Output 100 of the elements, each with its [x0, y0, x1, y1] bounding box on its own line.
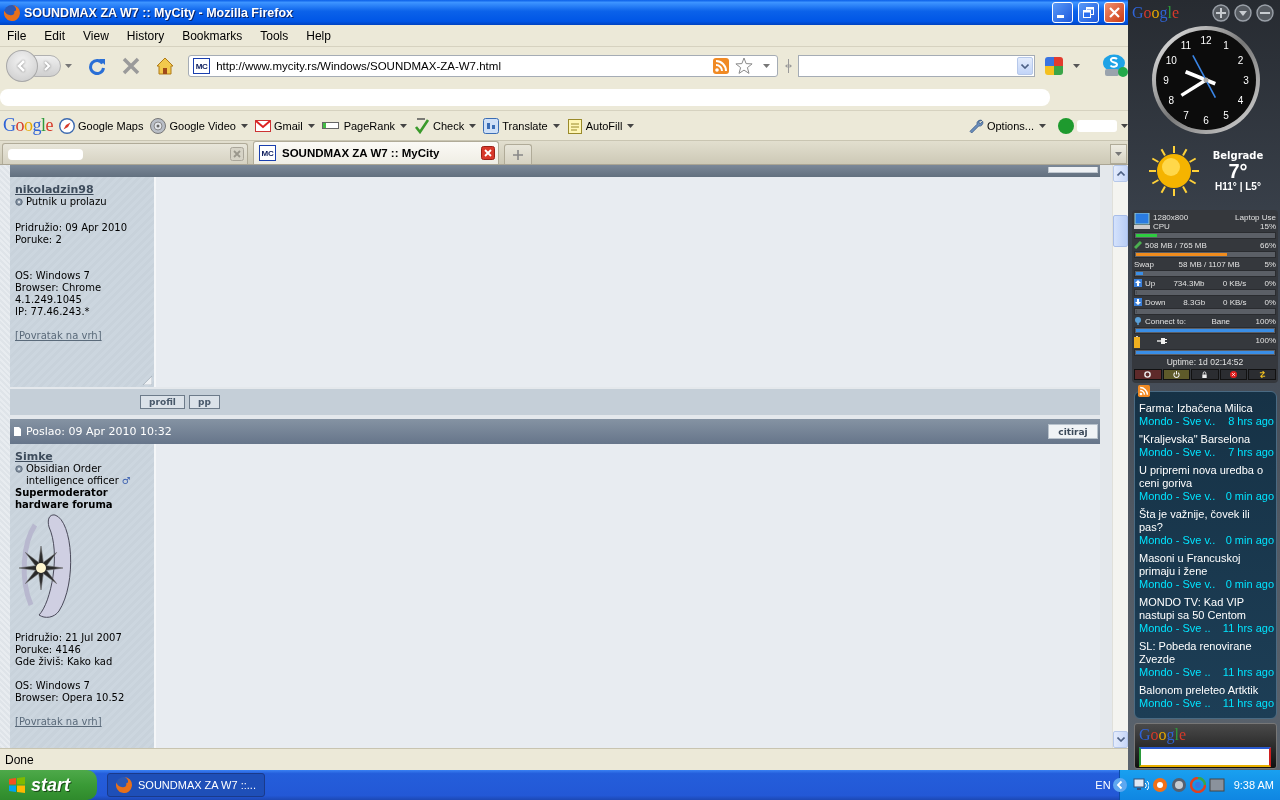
monitor-reading: 100% [1255, 336, 1276, 345]
home-icon[interactable] [156, 57, 175, 75]
menu-caret-icon[interactable] [1234, 3, 1252, 22]
network-monitor-icon[interactable] [1132, 777, 1149, 793]
scrollbar-thumb[interactable] [1113, 215, 1128, 247]
monitor-reading: Swap [1134, 260, 1154, 269]
forward-button[interactable] [33, 55, 62, 77]
username-link[interactable]: nikoladzin98 [15, 183, 94, 196]
start-button[interactable]: start [0, 770, 97, 800]
restore-icon [1083, 7, 1094, 18]
search-dropdown-button[interactable] [1017, 57, 1033, 75]
clock-numeral: 12 [1200, 35, 1212, 46]
clock-numeral: 8 [1168, 95, 1175, 106]
reload-icon[interactable] [88, 57, 107, 75]
chevron-left-icon[interactable] [1112, 778, 1127, 792]
toolbar-button[interactable]: PageRank [320, 114, 409, 137]
envelope-icon [254, 117, 271, 134]
news-headline[interactable]: MONDO TV: Kad VIP nastupi sa 50 Centom [1139, 596, 1274, 622]
caret-icon[interactable] [1073, 64, 1080, 68]
tile-icon [483, 117, 500, 134]
resize-grip-icon[interactable] [785, 59, 793, 73]
system-info: OS: Windows 7 [15, 680, 91, 692]
tab-close-icon[interactable] [481, 146, 495, 160]
language-indicator[interactable]: EN [1095, 779, 1111, 791]
monitor-reading: 0% [1264, 279, 1276, 288]
history-caret-icon[interactable] [65, 64, 73, 68]
member-info: Gde živiš: Kako kad [15, 656, 114, 668]
cloud-phone-icon[interactable] [1102, 54, 1128, 78]
disc-icon[interactable] [1170, 777, 1187, 793]
menu-item[interactable]: Help [300, 28, 339, 43]
news-headline[interactable]: Farma: Izbačena Milica [1139, 402, 1274, 415]
post-action-button[interactable]: profil [140, 395, 185, 409]
settings-button[interactable] [1134, 369, 1162, 380]
minimize-button[interactable] [1052, 2, 1073, 23]
toolbar-button[interactable]: Check [413, 114, 478, 137]
scroll-up-button[interactable] [1113, 165, 1128, 182]
news-headline[interactable]: Šta je važnije, čovek ili pas? [1139, 508, 1274, 534]
lock-button[interactable] [1191, 369, 1219, 380]
bookmark-star-icon[interactable] [735, 57, 754, 75]
url-caret-icon[interactable] [763, 64, 771, 68]
monitor-reading: Down [1145, 298, 1166, 307]
close-button[interactable] [1219, 369, 1248, 380]
news-headline[interactable]: SL: Pobeda renovirane Zvezde [1139, 640, 1274, 666]
news-source: Mondo - Sve v.. [1139, 534, 1216, 547]
menu-item[interactable]: History [120, 28, 173, 43]
post-action-button[interactable]: pp [189, 395, 220, 409]
toolbar-button[interactable]: AutoFill [565, 114, 636, 137]
power-button[interactable] [1162, 369, 1191, 380]
member-info: Pridružio: 09 Apr 2010 [15, 222, 128, 234]
switch-button[interactable] [1248, 369, 1276, 380]
back-to-top-link[interactable]: [Povratak na vrh] [15, 716, 102, 728]
member-info: Pridružio: 21 Jul 2007 [15, 632, 122, 644]
stop-icon[interactable] [122, 57, 141, 75]
menu-item[interactable]: View [77, 28, 117, 43]
menu-item[interactable]: File [1, 28, 35, 43]
member-info: Poruke: 2 [15, 234, 63, 246]
toolbar-logo[interactable]: Google [3, 115, 53, 136]
menu-item[interactable]: Edit [38, 28, 74, 43]
plug-icon [1157, 337, 1167, 344]
new-tab-button[interactable] [504, 144, 532, 164]
username-link[interactable]: Simke [15, 450, 53, 463]
four-color-square-icon[interactable] [1045, 57, 1063, 75]
toolbar-button[interactable]: Translate [482, 114, 561, 137]
ring-icon[interactable] [1151, 777, 1168, 793]
menu-item[interactable]: Bookmarks [176, 28, 251, 43]
monitor-reading: 1280x800 [1153, 213, 1189, 222]
quote-button[interactable]: citiraj [1048, 424, 1098, 439]
rss-feed-icon[interactable] [713, 58, 730, 74]
tab-list-button[interactable] [1110, 144, 1127, 164]
news-headline[interactable]: Masoni u Francuskoj primaju i žene [1139, 552, 1274, 578]
news-time: 7 hrs ago [1228, 446, 1274, 459]
rank-gear-icon [15, 465, 23, 473]
news-headline[interactable]: Balonom preleteo Artktik [1139, 684, 1274, 697]
search-input[interactable] [1139, 747, 1271, 767]
sun-icon [1148, 145, 1200, 197]
options-button[interactable]: Options... [966, 114, 1047, 137]
news-headline[interactable]: U pripremi nova uredba o ceni goriva [1139, 464, 1274, 490]
toolbar-button[interactable]: Google Video [149, 114, 249, 137]
clock-numeral: 1 [1223, 40, 1229, 52]
address-field[interactable]: MC http://www.mycity.rs/Windows/SOUNDMAX-ZA-W7.html [188, 55, 779, 77]
toolbar-button[interactable]: Google Maps [58, 114, 145, 137]
browser-tab[interactable]: MC SOUNDMAX ZA W7 :: MyCity [253, 141, 499, 164]
browser-tab[interactable] [2, 143, 248, 164]
search-field[interactable] [798, 55, 1035, 77]
status-circle-icon[interactable] [1058, 117, 1074, 134]
minimize-icon[interactable] [1256, 3, 1274, 22]
caret-icon[interactable] [1121, 123, 1128, 128]
toolbar-button[interactable]: Gmail [253, 114, 316, 137]
news-time: 11 hrs ago [1222, 666, 1274, 679]
scroll-down-button[interactable] [1113, 731, 1128, 748]
news-headline[interactable]: "Kraljevska" Barselona [1139, 433, 1274, 446]
url-text: http://www.mycity.rs/Windows/SOUNDMAX-ZA-W7.html [216, 60, 502, 72]
compass-icon [59, 117, 75, 134]
add-gadget-icon[interactable] [1212, 3, 1230, 22]
back-button[interactable] [6, 50, 38, 82]
restore-button[interactable] [1078, 2, 1099, 23]
back-to-top-link[interactable]: [Povratak na vrh] [15, 330, 102, 342]
chevron-down-icon [1116, 737, 1125, 742]
menu-item[interactable]: Tools [254, 28, 297, 43]
taskbar-window-button[interactable]: SOUNDMAX ZA W7 ::... [107, 773, 265, 797]
